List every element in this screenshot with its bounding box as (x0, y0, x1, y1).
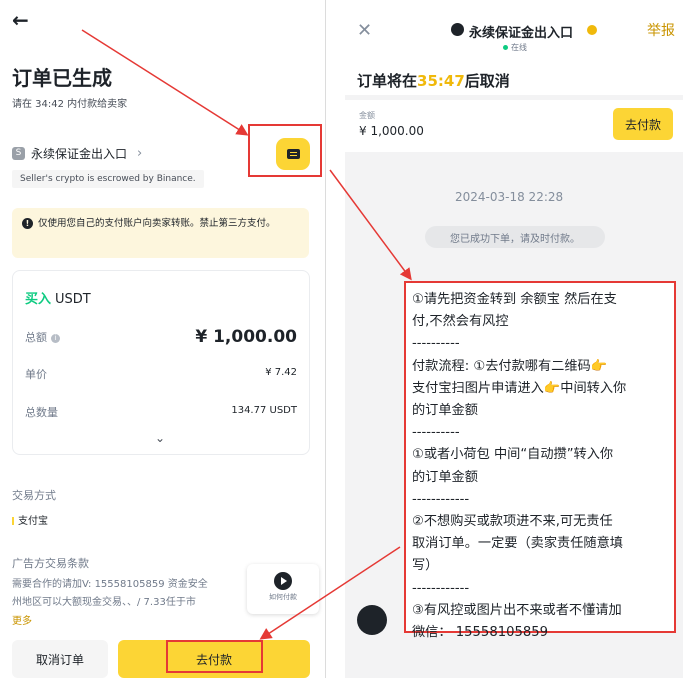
chevron-right-icon: › (137, 145, 143, 161)
message-line: ------------ (412, 580, 470, 596)
message-line: 的订单金额 (412, 403, 478, 419)
info-icon[interactable]: i (51, 333, 60, 343)
chat-screen: ✕ 永续保证金出入口 在线 举报 订单将在35:47后取消 金额 ¥ 1,000… (345, 0, 683, 678)
message-line: 写） (412, 558, 439, 574)
price-value: ¥ 7.42 (265, 367, 297, 378)
seller-message-bubble: ①请先把资金转到 余额宝 然后在支 付,不然会有风控 ---------- 付款… (404, 281, 676, 640)
terms-more-link[interactable]: 更多 (12, 612, 32, 627)
message-line: ②不想购买或款项进不来,可无责任 (412, 514, 613, 530)
message-line: 取消订单。一定要（卖家责任随意填 (412, 536, 623, 552)
cancel-order-button[interactable]: 取消订单 (12, 640, 108, 678)
panel-divider (325, 0, 326, 678)
message-line: 付款流程: ①去付款哪有二维码👉 (412, 358, 608, 374)
countdown-timer: 35:47 (417, 72, 465, 90)
escrow-note: Seller's crypto is escrowed by Binance. (12, 170, 204, 188)
message-line: 的订单金额 (412, 469, 478, 485)
price-label: 单价 (25, 368, 47, 381)
amount-value: ¥ 1,000.00 (359, 124, 424, 138)
message-line: ①或者小荷包 中间“自动攒”转入你 (412, 447, 614, 463)
buy-asset: USDT (55, 292, 91, 307)
buy-heading: 买入 USDT (25, 288, 91, 307)
seller-name: 永续保证金出入口 (31, 146, 128, 161)
message-line: ---------- (412, 425, 460, 441)
buy-label: 买入 (25, 292, 52, 307)
chevron-down-icon[interactable]: ⌄ (155, 431, 165, 445)
highlight-box-chat (248, 124, 322, 177)
terms-text: 需要合作的请加V: 15558105859 资金安全 (12, 579, 208, 590)
report-link[interactable]: 举报 (647, 20, 675, 40)
back-arrow-icon[interactable]: ← (12, 8, 29, 32)
order-screen: ← 订单已生成 请在 34:42 内付款给卖家 S 永续保证金出入口 › Sel… (0, 0, 325, 678)
quantity-label: 总数量 (25, 406, 58, 419)
chat-pay-button[interactable]: 去付款 (613, 108, 673, 140)
order-details-card: 买入 USDT 总额 i ¥ 1,000.00 单价 ¥ 7.42 总数量 134.… (12, 270, 310, 455)
total-label: 总额 i (25, 329, 60, 345)
play-icon (274, 572, 292, 590)
terms-text-2: 州地区可以大额现金交易、、/ 7.33任于市 (12, 597, 196, 608)
seller-icon: S (12, 146, 25, 160)
warning-text: 仅使用您自己的支付账户向卖家转账。禁止第三方支付。 (38, 218, 276, 229)
terms-label: 广告方交易条款 (12, 557, 89, 570)
message-timestamp: 2024-03-18 22:28 (455, 190, 564, 204)
payment-deadline: 请在 34:42 内付款给卖家 (12, 99, 128, 110)
total-value: ¥ 1,000.00 (195, 327, 297, 347)
close-icon[interactable]: ✕ (357, 20, 372, 41)
message-line: ------------ (412, 491, 470, 507)
verified-badge-icon (587, 25, 597, 35)
how-to-pay-button[interactable]: 如何付款 (247, 564, 319, 614)
message-line: 支付宝扫图片申请进入👉中间转入你 (412, 380, 627, 396)
sender-avatar (357, 605, 387, 635)
payment-method: 支付宝 (12, 512, 48, 527)
chat-header: ✕ 永续保证金出入口 在线 举报 订单将在35:47后取消 (345, 0, 683, 95)
warning-icon: ! (22, 218, 33, 229)
amount-label: 金额 (359, 111, 375, 120)
message-line: 微信： 15558105859 (412, 625, 549, 641)
cancel-countdown: 订单将在35:47后取消 (357, 72, 510, 90)
message-line: ---------- (412, 336, 460, 352)
message-line: 付,不然会有风控 (412, 314, 509, 330)
warning-banner: ! 仅使用您自己的支付账户向卖家转账。禁止第三方支付。 (12, 208, 309, 258)
system-message: 您已成功下单，请及时付款。 (425, 226, 605, 248)
seller-link[interactable]: S 永续保证金出入口 › (12, 145, 182, 161)
amount-bar: 金额 ¥ 1,000.00 去付款 (345, 100, 683, 152)
highlight-box-pay (166, 640, 263, 673)
page-title: 订单已生成 (12, 66, 112, 90)
quantity-value: 134.77 USDT (231, 405, 297, 416)
seller-avatar (451, 23, 464, 36)
chat-seller-name: 永续保证金出入口 (469, 26, 574, 41)
online-status: 在线 (503, 42, 527, 53)
message-line: ①请先把资金转到 余额宝 然后在支 (412, 292, 617, 307)
payment-section-label: 交易方式 (12, 489, 56, 502)
message-line: ③有风控或图片出不来或者不懂请加 (412, 602, 622, 618)
